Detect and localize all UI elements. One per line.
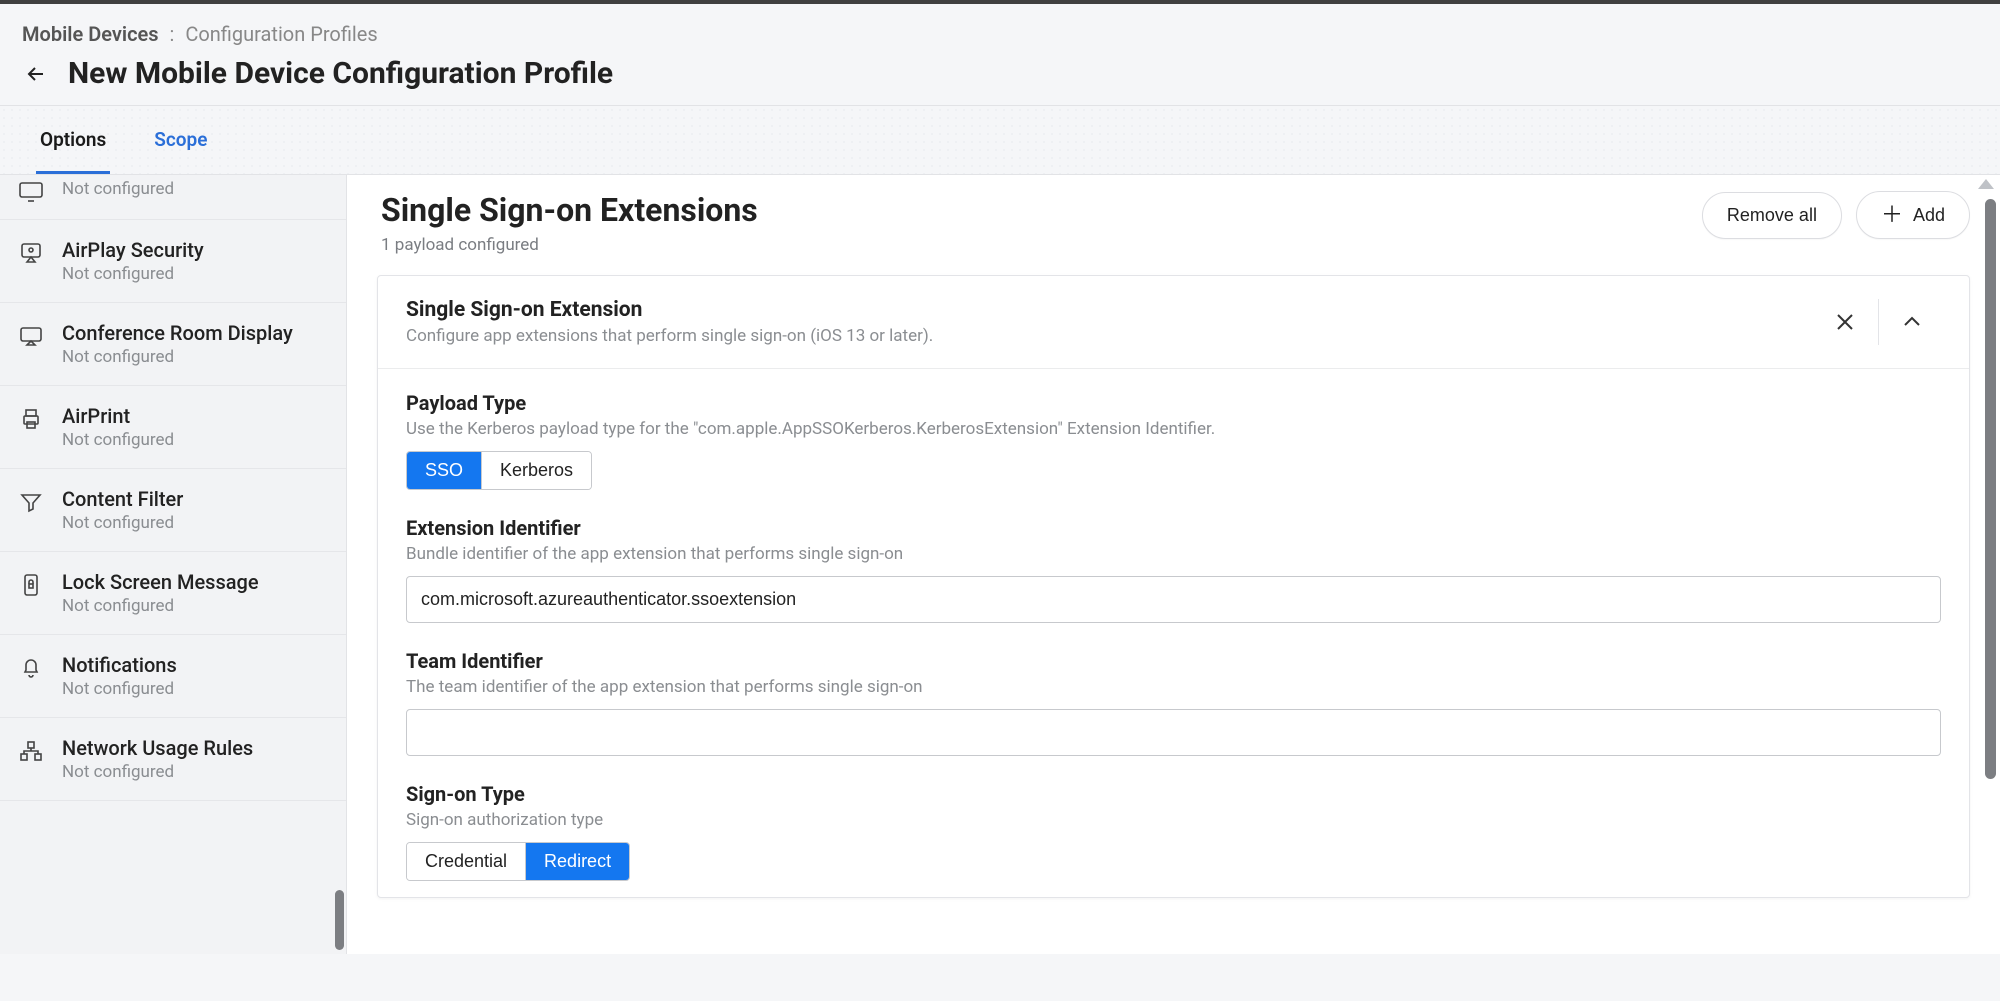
page-title: New Mobile Device Configuration Profile [68,56,613,91]
sidebar-item-status: Not configured [62,762,253,782]
divider [1878,299,1879,345]
tab-bar: Options Scope [0,105,2000,175]
sidebar-item-status: Not configured [62,264,204,284]
sidebar-scrollbar[interactable] [335,890,344,950]
printer-icon [18,406,44,432]
signon-type-hint: Sign-on authorization type [406,810,1941,830]
signon-type-credential[interactable]: Credential [407,843,525,880]
filter-icon [18,489,44,515]
signon-type-label: Sign-on Type [406,782,1941,806]
sidebar-item-label: Network Usage Rules [62,736,253,760]
cast-icon [18,179,44,205]
team-id-input[interactable] [406,709,1941,756]
sidebar-item-label: Conference Room Display [62,321,293,345]
sidebar-item-label: AirPrint [62,404,174,428]
extension-id-label: Extension Identifier [406,516,1941,540]
collapse-payload-button[interactable] [1883,299,1941,345]
arrow-left-icon [24,62,48,86]
signon-type-segmented: Credential Redirect [406,842,630,881]
breadcrumb-separator: : [170,22,175,46]
section-title: Single Sign-on Extensions [381,191,758,229]
delete-payload-button[interactable] [1816,299,1874,345]
payload-type-hint: Use the Kerberos payload type for the "c… [406,419,1941,439]
payload-type-kerberos[interactable]: Kerberos [481,452,591,489]
payload-type-segmented: SSO Kerberos [406,451,592,490]
add-button[interactable]: ＋ Add [1856,191,1970,239]
sidebar-item-status: Not configured [62,430,174,450]
sidebar-item-label: AirPlay Security [62,238,204,262]
network-icon [18,738,44,764]
chevron-up-icon [1901,311,1923,333]
sidebar-item-status: Not configured [62,513,183,533]
breadcrumb-child[interactable]: Configuration Profiles [185,22,377,46]
sidebar-item-airprint[interactable]: AirPrint Not configured [0,386,346,469]
back-button[interactable] [22,60,50,88]
signon-type-redirect[interactable]: Redirect [525,843,629,880]
card-subtitle: Configure app extensions that perform si… [406,326,1816,346]
add-button-label: Add [1913,205,1945,226]
sidebar-item-status: Not configured [62,347,293,367]
sidebar-item-conference-room[interactable]: Conference Room Display Not configured [0,303,346,386]
sidebar-item-label: Notifications [62,653,177,677]
extension-id-input[interactable] [406,576,1941,623]
sidebar-item-network-usage[interactable]: Network Usage Rules Not configured [0,718,346,801]
extension-id-hint: Bundle identifier of the app extension t… [406,544,1941,564]
display-icon [18,323,44,349]
tab-options[interactable]: Options [36,106,110,174]
bell-icon [18,655,44,681]
sidebar-item-status: Not configured [62,679,177,699]
remove-all-button[interactable]: Remove all [1702,192,1842,239]
scroll-up-indicator-icon [1978,179,1994,189]
team-id-hint: The team identifier of the app extension… [406,677,1941,697]
content-scrollbar[interactable] [1985,199,1996,779]
sidebar-item-label: Lock Screen Message [62,570,259,594]
sidebar-item-lock-screen[interactable]: Lock Screen Message Not configured [0,552,346,635]
sidebar-item-content-filter[interactable]: Content Filter Not configured [0,469,346,552]
team-id-label: Team Identifier [406,649,1941,673]
section-subtitle: 1 payload configured [381,235,758,255]
sidebar[interactable]: Not configured AirPlay Security Not conf… [0,175,347,954]
plus-icon: ＋ [1881,204,1903,226]
close-icon [1834,311,1856,333]
breadcrumb-parent[interactable]: Mobile Devices [22,22,159,46]
sidebar-item-notifications[interactable]: Notifications Not configured [0,635,346,718]
sidebar-item-status: Not configured [62,179,174,199]
lock-phone-icon [18,572,44,598]
sidebar-item-partial[interactable]: Not configured [0,175,346,220]
sidebar-item-airplay-security[interactable]: AirPlay Security Not configured [0,220,346,303]
payload-type-label: Payload Type [406,391,1941,415]
sidebar-item-label: Content Filter [62,487,183,511]
airplay-lock-icon [18,240,44,266]
sidebar-item-status: Not configured [62,596,259,616]
payload-type-sso[interactable]: SSO [407,452,481,489]
tab-scope[interactable]: Scope [150,106,211,174]
breadcrumb: Mobile Devices : Configuration Profiles [22,22,1978,46]
card-title: Single Sign-on Extension [406,298,1816,322]
payload-card: Single Sign-on Extension Configure app e… [377,275,1970,898]
